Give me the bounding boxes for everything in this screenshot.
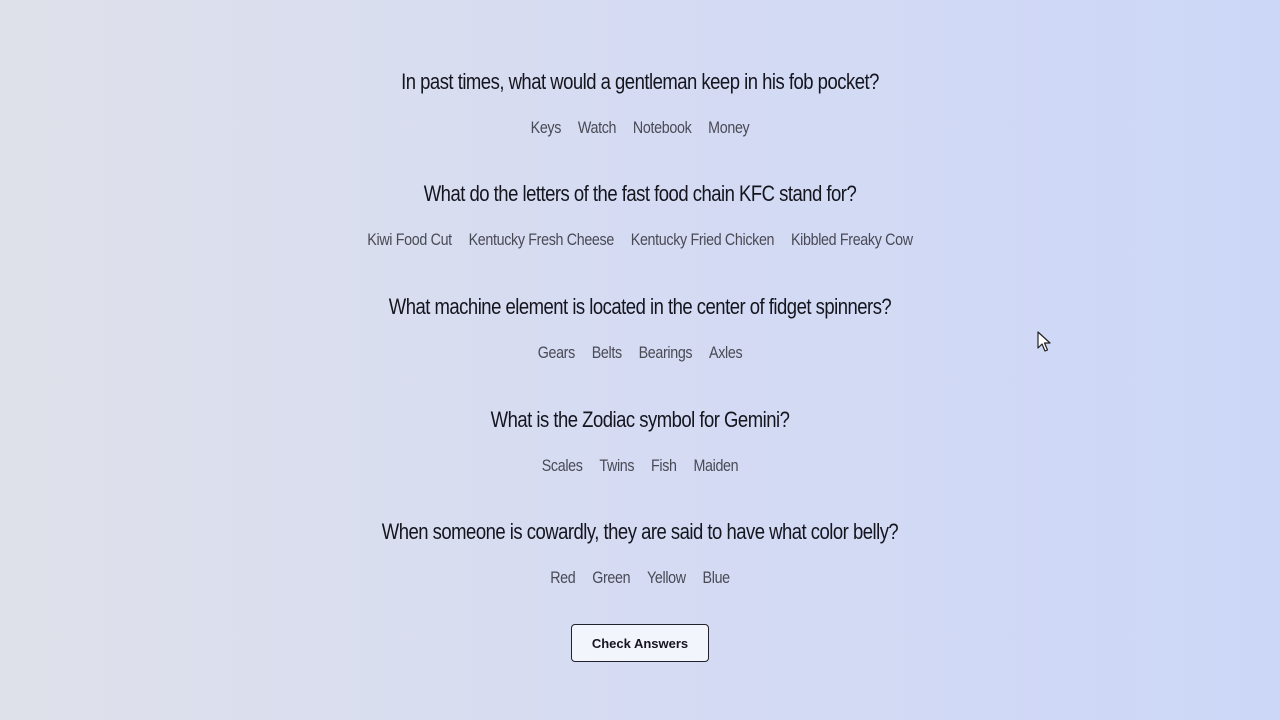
answer-options: Keys Watch Notebook Money (102, 118, 1177, 138)
answer-option[interactable]: Watch (578, 118, 617, 138)
answer-option[interactable]: Twins (599, 456, 634, 476)
answer-option[interactable]: Axles (709, 343, 743, 363)
answer-option[interactable]: Belts (592, 343, 622, 363)
answer-option[interactable]: Keys (531, 118, 562, 138)
question-block-5: When someone is cowardly, they are said … (0, 520, 1280, 588)
answer-option[interactable]: Money (708, 118, 750, 138)
answer-option[interactable]: Notebook (633, 118, 692, 138)
question-block-4: What is the Zodiac symbol for Gemini? Sc… (0, 408, 1280, 476)
answer-option[interactable]: Maiden (693, 456, 738, 476)
answer-option[interactable]: Fish (651, 456, 677, 476)
question-block-1: In past times, what would a gentleman ke… (0, 70, 1280, 138)
answer-option[interactable]: Kentucky Fried Chicken (631, 230, 775, 250)
answer-option[interactable]: Green (592, 568, 630, 588)
mouse-pointer-icon (1037, 331, 1051, 352)
question-text: In past times, what would a gentleman ke… (401, 69, 879, 94)
quiz-container: In past times, what would a gentleman ke… (0, 0, 1280, 720)
question-text: What machine element is located in the c… (388, 294, 892, 319)
answer-option[interactable]: Gears (538, 343, 576, 363)
question-block-2: What do the letters of the fast food cha… (0, 182, 1280, 250)
answer-option[interactable]: Kentucky Fresh Cheese (469, 230, 615, 250)
answer-option[interactable]: Kiwi Food Cut (367, 230, 452, 250)
answer-option[interactable]: Bearings (639, 343, 693, 363)
answer-options: Gears Belts Bearings Axles (102, 343, 1177, 363)
answer-option[interactable]: Blue (703, 568, 731, 588)
answer-option[interactable]: Red (550, 568, 576, 588)
answer-option[interactable]: Scales (542, 456, 583, 476)
answer-options: Red Green Yellow Blue (102, 568, 1177, 588)
answer-options: Kiwi Food Cut Kentucky Fresh Cheese Kent… (102, 230, 1177, 250)
question-text: What is the Zodiac symbol for Gemini? (490, 407, 790, 432)
question-block-3: What machine element is located in the c… (0, 295, 1280, 363)
question-text: When someone is cowardly, they are said … (381, 519, 899, 544)
answer-options: Scales Twins Fish Maiden (102, 456, 1177, 476)
check-answers-button[interactable]: Check Answers (571, 624, 709, 662)
answer-option[interactable]: Kibbled Freaky Cow (791, 230, 913, 250)
answer-option[interactable]: Yellow (647, 568, 686, 588)
question-text: What do the letters of the fast food cha… (423, 181, 857, 206)
